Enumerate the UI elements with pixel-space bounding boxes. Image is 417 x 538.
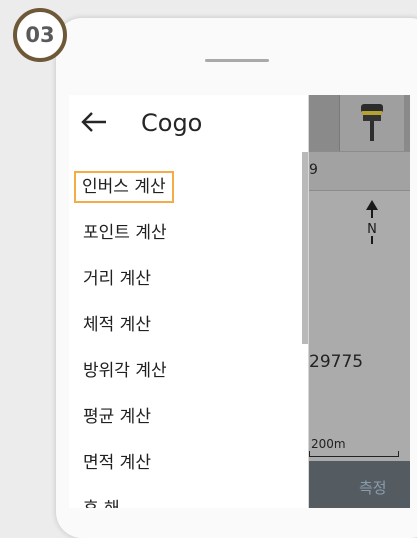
phone-speaker [205, 59, 269, 62]
coordinate-readout: 29775 [309, 352, 364, 372]
menu-item-azimuth[interactable]: 방위각 계산 [69, 348, 308, 394]
menu-item-volume[interactable]: 체적 계산 [69, 302, 308, 348]
map-row-value: 9 [309, 162, 318, 178]
menu-item-label: 포인트 계산 [83, 223, 167, 243]
arrow-left-icon[interactable] [81, 111, 107, 133]
menu-item-inverse[interactable]: 인버스 계산 [69, 164, 308, 210]
menu-item-resection[interactable]: 후 해 [69, 486, 308, 508]
gnss-receiver-icon [361, 104, 383, 141]
menu-item-label: 면적 계산 [83, 453, 151, 473]
menu-item-label: 방위각 계산 [83, 361, 167, 381]
scale-label: 200m [311, 437, 346, 451]
menu-item-point[interactable]: 포인트 계산 [69, 210, 308, 256]
gnss-device-button[interactable] [339, 95, 404, 151]
step-number-badge: 03 [13, 8, 67, 62]
menu-item-area[interactable]: 면적 계산 [69, 440, 308, 486]
menu-item-label: 평균 계산 [83, 407, 151, 427]
cogo-menu-list: 인버스 계산 포인트 계산 거리 계산 체적 계산 방위각 계산 평균 계산 면… [69, 164, 308, 508]
menu-item-label: 거리 계산 [83, 269, 151, 289]
menu-item-label: 체적 계산 [83, 315, 151, 335]
menu-item-label: 인버스 계산 [74, 171, 174, 203]
north-label: N [367, 222, 377, 237]
drawer-title: Cogo [141, 109, 203, 137]
scale-bar [309, 451, 399, 457]
north-arrow-icon: N [365, 200, 379, 252]
app-screen: 9 N 29775 200m 측정 Cogo 인버스 계산 포인트 계산 거리 … [69, 95, 410, 508]
menu-item-average[interactable]: 평균 계산 [69, 394, 308, 440]
menu-item-label: 후 해 [83, 499, 120, 508]
drawer-header: Cogo [69, 95, 308, 151]
menu-item-distance[interactable]: 거리 계산 [69, 256, 308, 302]
measure-button[interactable]: 측정 [359, 477, 387, 498]
cogo-drawer: Cogo 인버스 계산 포인트 계산 거리 계산 체적 계산 방위각 계산 평균… [69, 95, 309, 508]
